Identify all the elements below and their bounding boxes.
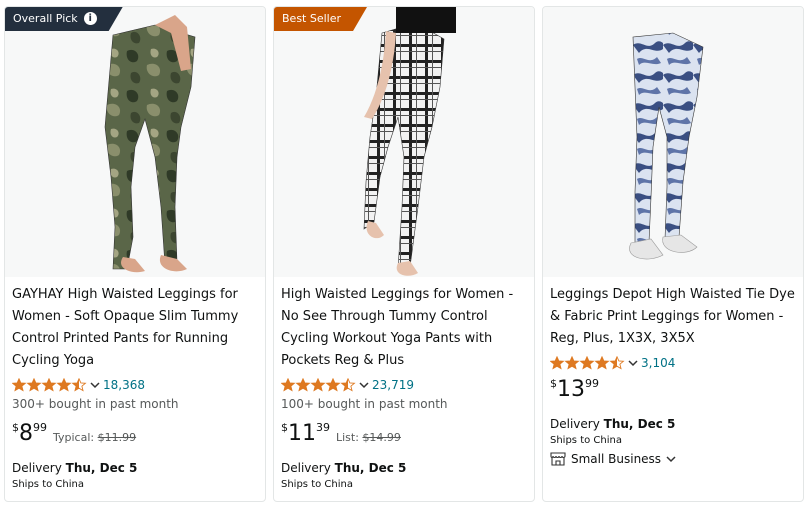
star-icon [56,378,72,392]
small-business-badge[interactable]: Small Business [550,452,797,466]
tie-dye-leggings-image[interactable] [543,7,803,277]
star-rating[interactable] [12,378,88,392]
rating-row: 18,368 [12,375,259,395]
star-icon [550,356,565,370]
price-fraction: 99 [585,377,599,390]
chevron-down-icon[interactable] [358,379,370,391]
product-badge: Best Seller [274,7,367,31]
delivery-date: Thu, Dec 5 [334,461,407,475]
price-whole: 8 [19,421,33,446]
product-title[interactable]: High Waisted Leggings for Women - No See… [281,284,528,372]
product-title[interactable]: Leggings Depot High Waisted Tie Dye & Fa… [550,284,797,350]
star-icon [579,356,595,370]
star-icon [594,356,610,370]
price[interactable]: $13 99 [550,377,797,407]
delivery-date: Thu, Dec 5 [65,461,138,475]
star-icon [71,378,87,392]
rating-row: 23,719 [281,375,528,395]
delivery-info: Delivery Thu, Dec 5 [550,415,797,433]
product-details: GAYHAY High Waisted Leggings for Women -… [12,284,259,490]
badge-label: Overall Pick [13,12,78,25]
chevron-down-icon[interactable] [89,379,101,391]
camouflage-leggings-image[interactable] [5,7,265,277]
product-title[interactable]: GAYHAY High Waisted Leggings for Women -… [12,284,259,372]
plaid-leggings-image[interactable] [274,7,534,277]
product-details: High Waisted Leggings for Women - No See… [281,284,528,490]
rating-count-link[interactable]: 23,719 [372,378,414,392]
chevron-down-icon[interactable] [627,357,639,369]
star-rating[interactable] [281,378,357,392]
star-icon [609,356,625,370]
chevron-down-icon[interactable] [665,453,677,465]
typical-price-label: Typical: [53,431,95,444]
star-icon [564,356,580,370]
price-symbol: $ [550,377,557,390]
price[interactable]: $8 99 Typical: $11.99 [12,421,259,451]
product-card[interactable]: Best Seller High Waisted Leggings for Wom… [273,6,535,502]
price-whole: 13 [557,377,585,402]
storefront-icon [550,452,566,466]
bought-count: 100+ bought in past month [281,397,448,411]
star-icon [325,378,341,392]
product-card[interactable]: Overall Pick i GAYHAY High Waisted Legging… [4,6,266,502]
delivery-info: Delivery Thu, Dec 5 [12,459,259,477]
price-symbol: $ [281,421,288,434]
price-symbol: $ [12,421,19,434]
delivery-info: Delivery Thu, Dec 5 [281,459,528,477]
star-icon [340,378,356,392]
small-business-label: Small Business [571,452,662,466]
delivery-label: Delivery [550,417,600,431]
typical-price-label: List: [336,431,359,444]
product-badge: Overall Pick i [5,7,123,31]
rating-count-link[interactable]: 3,104 [641,356,675,370]
typical-price: List: $14.99 [336,431,401,444]
ships-to: Ships to China [12,479,84,490]
delivery-date: Thu, Dec 5 [603,417,676,431]
star-rating[interactable] [550,356,626,370]
star-icon [12,378,27,392]
price[interactable]: $11 39 List: $14.99 [281,421,528,451]
bought-count: 300+ bought in past month [12,397,179,411]
rating-count-link[interactable]: 18,368 [103,378,145,392]
ships-to: Ships to China [281,479,353,490]
rating-row: 3,104 [550,353,797,373]
badge-label: Best Seller [282,12,342,25]
star-icon [295,378,311,392]
star-icon [41,378,57,392]
price-whole: 11 [288,421,316,446]
typical-price-value: $14.99 [362,431,401,444]
typical-price: Typical: $11.99 [53,431,136,444]
price-fraction: 99 [33,421,47,434]
star-icon [26,378,42,392]
star-icon [281,378,296,392]
star-icon [310,378,326,392]
price-fraction: 39 [316,421,330,434]
typical-price-value: $11.99 [97,431,137,444]
ships-to: Ships to China [550,435,622,446]
product-details: Leggings Depot High Waisted Tie Dye & Fa… [550,284,797,466]
delivery-label: Delivery [281,461,331,475]
product-card[interactable]: Leggings Depot High Waisted Tie Dye & Fa… [542,6,804,502]
delivery-label: Delivery [12,461,62,475]
info-icon[interactable]: i [84,12,97,25]
